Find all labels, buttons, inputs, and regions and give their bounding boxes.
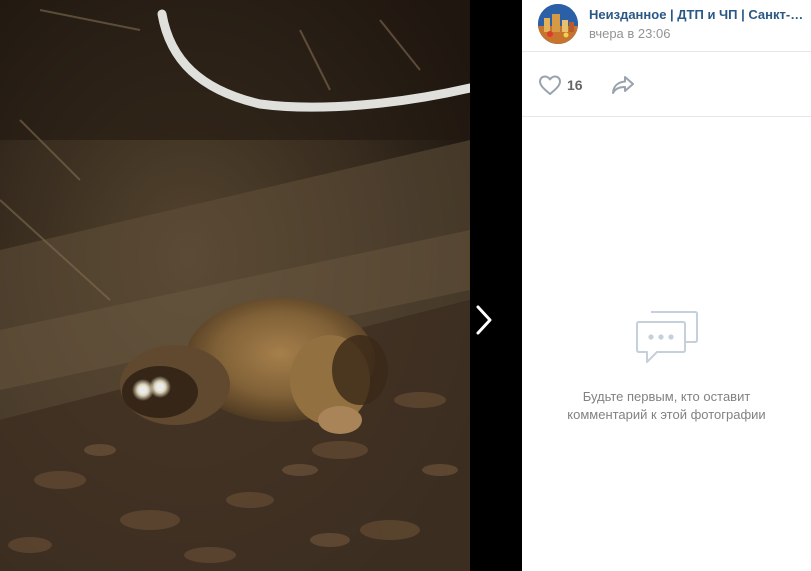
next-photo-button[interactable]	[470, 0, 522, 571]
community-logo	[538, 4, 578, 44]
photo-image	[0, 0, 470, 571]
post-date[interactable]: вчера в 23:06	[589, 26, 670, 41]
avatar[interactable]	[538, 4, 578, 44]
like-count[interactable]: 16	[567, 77, 583, 93]
chevron-right-icon[interactable]	[474, 304, 494, 336]
post-header: Неизданное | ДТП и ЧП | Санкт-Петербург …	[522, 0, 811, 52]
photo-side-panel: Неизданное | ДТП и ЧП | Санкт-Петербург …	[522, 0, 811, 571]
comments-bubble-icon	[635, 311, 698, 363]
divider	[522, 116, 811, 117]
heart-icon[interactable]	[538, 74, 562, 96]
empty-comments-text: Будьте первым, кто оставит комментарий к…	[522, 388, 811, 424]
empty-comments-line-2: комментарий к этой фотографии	[567, 407, 766, 422]
photo[interactable]	[0, 0, 470, 571]
author-link[interactable]: Неизданное | ДТП и ЧП | Санкт-Петербург	[589, 7, 811, 22]
photo-viewer	[0, 0, 522, 571]
share-arrow-icon[interactable]	[610, 74, 636, 96]
empty-comments-line-1: Будьте первым, кто оставит	[582, 389, 751, 404]
comments-empty-state: Будьте первым, кто оставит комментарий к…	[522, 300, 811, 424]
